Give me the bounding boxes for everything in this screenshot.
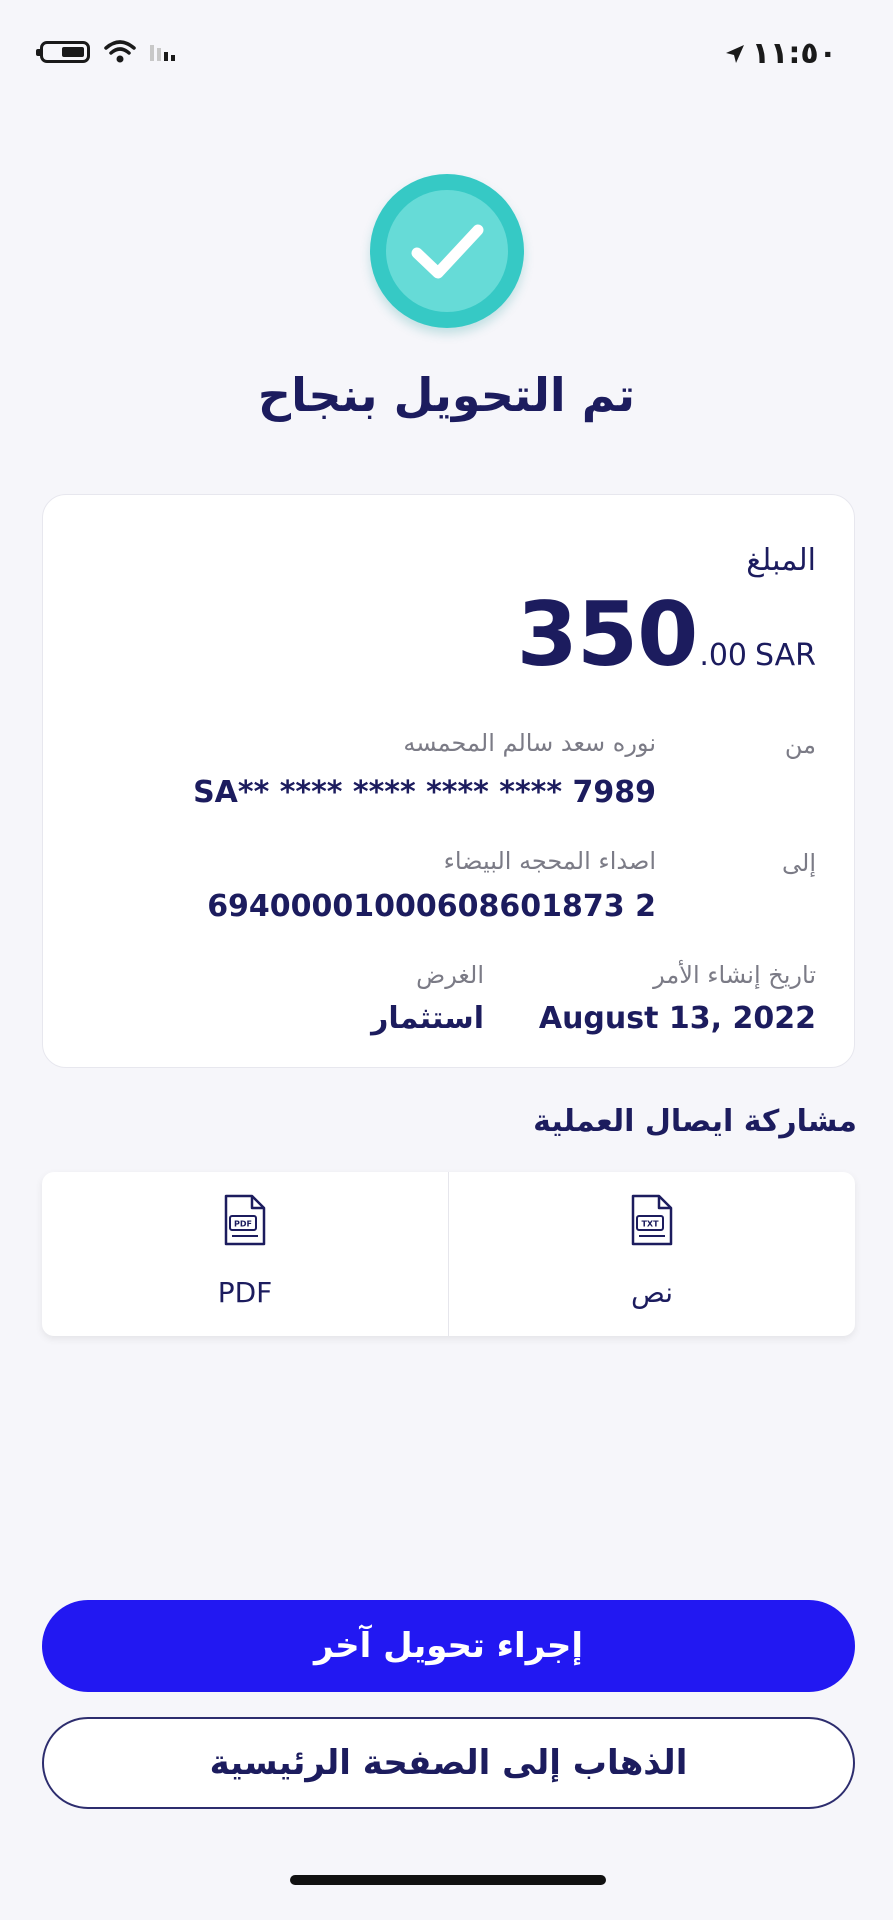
to-label: إلى <box>782 849 816 877</box>
to-account: 69400001000608601873 2 <box>207 889 656 924</box>
amount-major: 350 <box>516 583 699 686</box>
share-text-label: نص <box>630 1276 674 1309</box>
order-date-value: August 13, 2022 <box>538 1001 816 1036</box>
share-receipt-title: مشاركة ايصال العملية <box>533 1104 857 1139</box>
txt-file-icon: TXT <box>631 1194 673 1246</box>
order-date-label: تاريخ إنشاء الأمر <box>653 961 816 989</box>
wifi-icon <box>104 40 136 63</box>
amount-value: 350 .00 SAR <box>517 583 816 686</box>
amount-label: المبلغ <box>746 543 816 578</box>
page-title: تم التحويل بنجاح <box>257 368 636 422</box>
share-pdf-button[interactable]: PDF PDF <box>42 1172 449 1336</box>
battery-icon <box>36 41 90 63</box>
status-time: ١١:٥٠ <box>751 36 837 71</box>
home-indicator <box>290 1875 606 1885</box>
go-home-button[interactable]: الذهاب إلى الصفحة الرئيسية <box>42 1717 855 1809</box>
svg-text:TXT: TXT <box>641 1220 659 1229</box>
amount-currency: SAR <box>755 638 816 673</box>
share-text-button[interactable]: TXT نص <box>449 1172 855 1336</box>
status-bar: ١١:٥٠ <box>0 0 893 110</box>
share-options: PDF PDF TXT نص <box>42 1172 855 1336</box>
to-name: اصداء المحجه البيضاء <box>443 847 656 875</box>
status-icons <box>36 40 175 64</box>
cellular-signal-icon <box>150 43 175 61</box>
new-transfer-button[interactable]: إجراء تحويل آخر <box>42 1600 855 1692</box>
amount-minor: .00 <box>699 638 748 673</box>
from-name: نوره سعد سالم المحمسه <box>403 729 656 757</box>
checkmark-circle-icon <box>370 174 524 328</box>
transfer-details-card: المبلغ 350 .00 SAR من نوره سعد سالم المح… <box>42 494 855 1068</box>
svg-text:PDF: PDF <box>234 1220 252 1229</box>
from-account: SA** **** **** **** **** 7989 <box>193 775 656 810</box>
status-time-group: ١١:٥٠ <box>724 36 837 71</box>
purpose-value: استثمار <box>371 1001 484 1036</box>
share-pdf-label: PDF <box>217 1276 273 1309</box>
from-label: من <box>784 731 816 759</box>
location-arrow-icon <box>725 44 744 63</box>
purpose-label: الغرض <box>416 961 484 989</box>
pdf-file-icon: PDF <box>224 1194 266 1246</box>
